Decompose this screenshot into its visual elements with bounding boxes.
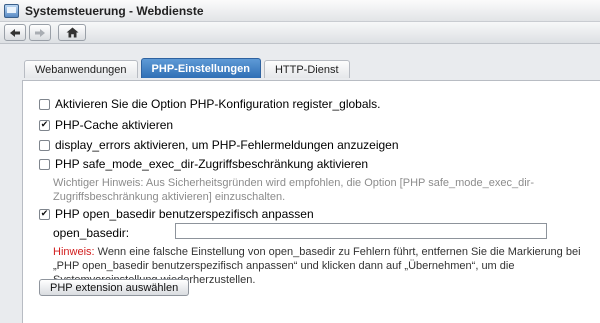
tab-http-dienst[interactable]: HTTP-Dienst [263,60,350,78]
window-title: Systemsteuerung - Webdienste [25,3,204,18]
register-globals-option[interactable]: Aktivieren Sie die Option PHP-Konfigurat… [39,97,381,111]
forward-button[interactable] [29,24,51,41]
php-cache-option[interactable]: PHP-Cache aktivieren [39,118,173,132]
display-errors-label: display_errors aktivieren, um PHP-Fehler… [55,138,399,152]
back-button[interactable] [4,24,26,41]
safe-mode-checkbox[interactable] [39,158,50,170]
safe-mode-hint: Wichtiger Hinweis: Aus Sicherheitsgründe… [53,177,534,203]
title-bar: Systemsteuerung - Webdienste [0,0,600,22]
display-errors-checkbox[interactable] [39,139,50,151]
tab-webanwendungen[interactable]: Webanwendungen [24,60,138,78]
tab-php-einstellungen[interactable]: PHP-Einstellungen [140,58,261,78]
content-area: Webanwendungen PHP-Einstellungen HTTP-Di… [0,44,600,323]
hint-prefix: Hinweis: [53,246,95,258]
open-basedir-field-label: open_basedir: [53,226,130,240]
arrow-left-icon [10,28,20,37]
open-basedir-input[interactable] [175,223,547,239]
safe-mode-option[interactable]: PHP safe_mode_exec_dir-Zugriffsbeschränk… [39,157,368,171]
tab-bar: Webanwendungen PHP-Einstellungen HTTP-Di… [24,58,350,78]
open-basedir-checkbox[interactable] [39,208,50,220]
open-basedir-label: PHP open_basedir benutzerspezifisch anpa… [55,207,314,221]
open-basedir-option[interactable]: PHP open_basedir benutzerspezifisch anpa… [39,207,314,221]
php-cache-label: PHP-Cache aktivieren [55,118,174,132]
php-extension-button[interactable]: PHP extension auswählen [39,279,190,296]
php-cache-checkbox[interactable] [39,119,50,131]
home-icon [66,27,78,38]
arrow-right-icon [35,28,45,37]
home-button[interactable] [58,24,86,41]
toolbar [0,22,600,44]
register-globals-label: Aktivieren Sie die Option PHP-Konfigurat… [55,97,381,111]
control-panel-icon [4,3,19,18]
display-errors-option[interactable]: display_errors aktivieren, um PHP-Fehler… [39,138,399,152]
php-settings-panel: Aktivieren Sie die Option PHP-Konfigurat… [22,80,600,323]
register-globals-checkbox[interactable] [39,98,50,110]
safe-mode-label: PHP safe_mode_exec_dir-Zugriffsbeschränk… [55,157,369,171]
